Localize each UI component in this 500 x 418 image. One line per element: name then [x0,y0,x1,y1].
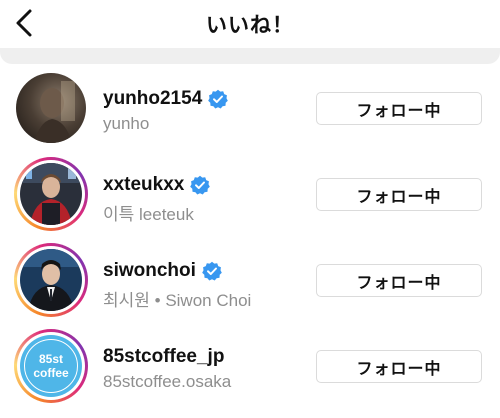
logo-text-line1: 85st [38,352,64,366]
page-title: いいね！ [206,14,294,37]
avatar[interactable] [14,157,88,231]
username-line: 85stcoffee_jp [103,345,224,369]
full-name: yunho [103,114,150,133]
likes-screen: いいね！ yunho2154 yunho フォロー中 xxteukxx 이특 l… [0,0,500,418]
list-item[interactable]: siwonchoi 최시원 • Siwon Choi フォロー中 [0,238,500,324]
avatar[interactable] [14,243,88,317]
username-line: xxteukxx [103,173,211,197]
search-bar-bottom[interactable] [0,48,500,64]
header: いいね！ [0,0,500,48]
list-item[interactable]: xxteukxx 이특 leeteuk フォロー中 [0,152,500,238]
following-button[interactable]: フォロー中 [316,178,482,211]
brand-logo: 85st coffee [20,335,82,397]
story-ring-gap [17,246,85,314]
username[interactable]: siwonchoi [103,260,196,282]
username[interactable]: 85stcoffee_jp [103,346,224,368]
full-name: 85stcoffee.osaka [103,372,232,391]
following-button[interactable]: フォロー中 [316,350,482,383]
verified-badge-icon [208,89,229,109]
following-button[interactable]: フォロー中 [316,92,482,125]
story-ring-gap: 85st coffee [17,332,85,400]
username[interactable]: xxteukxx [103,174,184,196]
avatar-photo [20,249,82,311]
avatar-photo: 85st coffee [20,335,82,397]
list-item[interactable]: yunho2154 yunho フォロー中 [0,66,500,152]
following-button[interactable]: フォロー中 [316,264,482,297]
full-name: 이특 leeteuk [103,205,194,224]
verified-badge-icon [190,175,211,195]
verified-badge-icon [202,261,222,281]
story-ring-gap [17,160,85,228]
likes-list: yunho2154 yunho フォロー中 xxteukxx 이특 leeteu… [0,66,500,410]
list-item[interactable]: 85st coffee 85stcoffee_jp 85stcoffee.osa… [0,324,500,410]
username[interactable]: yunho2154 [103,88,202,110]
username-line: yunho2154 [103,87,229,111]
logo-text-line2: coffee [33,366,69,380]
username-line: siwonchoi [103,259,222,283]
avatar-photo [16,73,86,143]
avatar[interactable]: 85st coffee [14,329,88,403]
avatar-photo [20,163,82,225]
full-name: 최시원 • Siwon Choi [103,291,252,310]
avatar[interactable] [14,71,88,145]
